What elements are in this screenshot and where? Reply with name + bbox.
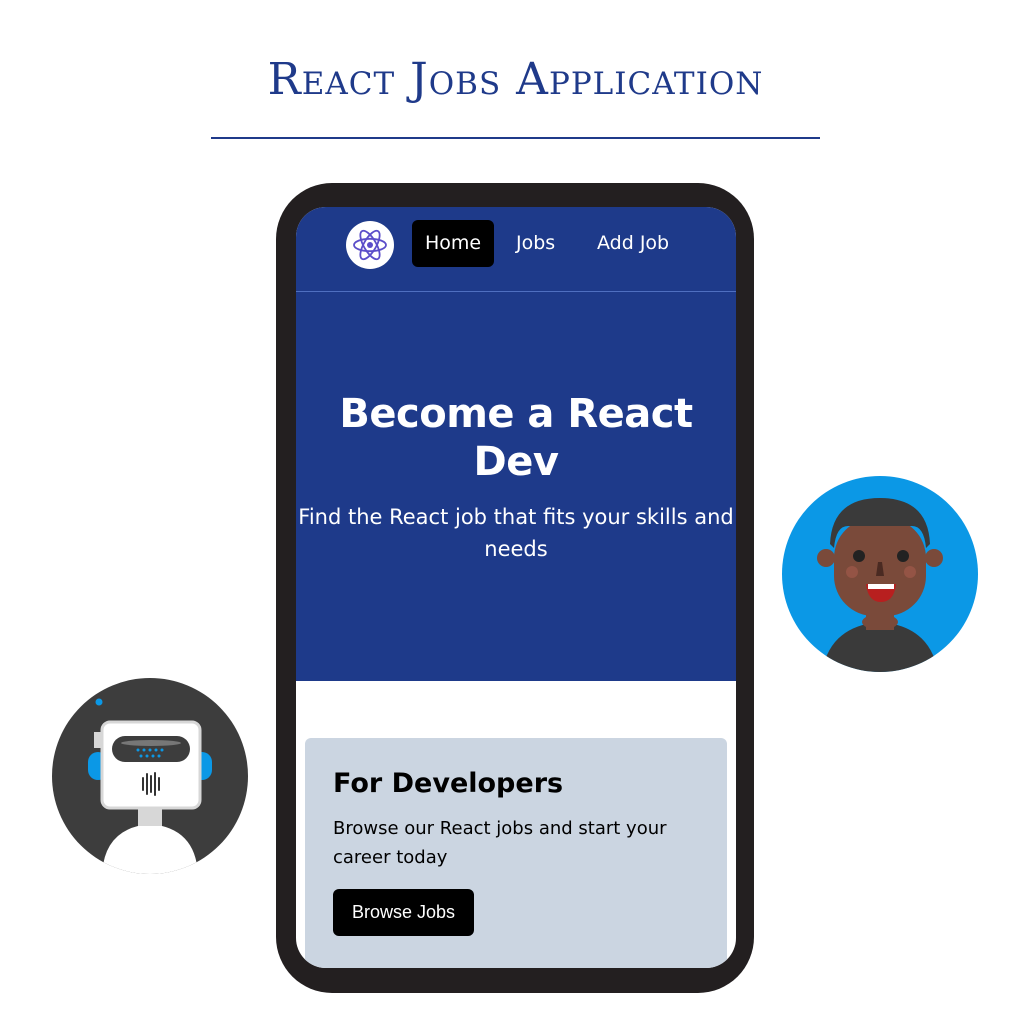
title-underline bbox=[211, 137, 820, 139]
nav-link-jobs[interactable]: Jobs bbox=[503, 220, 568, 267]
page-title: React Jobs Application bbox=[267, 54, 764, 105]
developers-card: For Developers Browse our React jobs and… bbox=[305, 738, 727, 968]
navbar: Home Jobs Add Job bbox=[296, 207, 736, 292]
hero-section: Become a React Dev Find the React job th… bbox=[296, 292, 736, 681]
phone-mockup: Home Jobs Add Job Become a React Dev Fin… bbox=[276, 183, 754, 993]
browse-jobs-button[interactable]: Browse Jobs bbox=[333, 889, 475, 936]
nav-link-add-job[interactable]: Add Job bbox=[584, 220, 682, 267]
react-logo-icon[interactable] bbox=[346, 221, 394, 269]
card-text: Browse our React jobs and start your car… bbox=[333, 818, 667, 868]
card-title: For Developers bbox=[333, 768, 564, 799]
hero-subtitle: Find the React job that fits your skills… bbox=[298, 505, 734, 561]
person-avatar-icon bbox=[782, 476, 978, 672]
hero-title: Become a React Dev bbox=[339, 391, 693, 485]
phone-screen: Home Jobs Add Job Become a React Dev Fin… bbox=[296, 207, 736, 968]
nav-link-home[interactable]: Home bbox=[412, 220, 495, 267]
robot-avatar-icon bbox=[52, 678, 248, 874]
